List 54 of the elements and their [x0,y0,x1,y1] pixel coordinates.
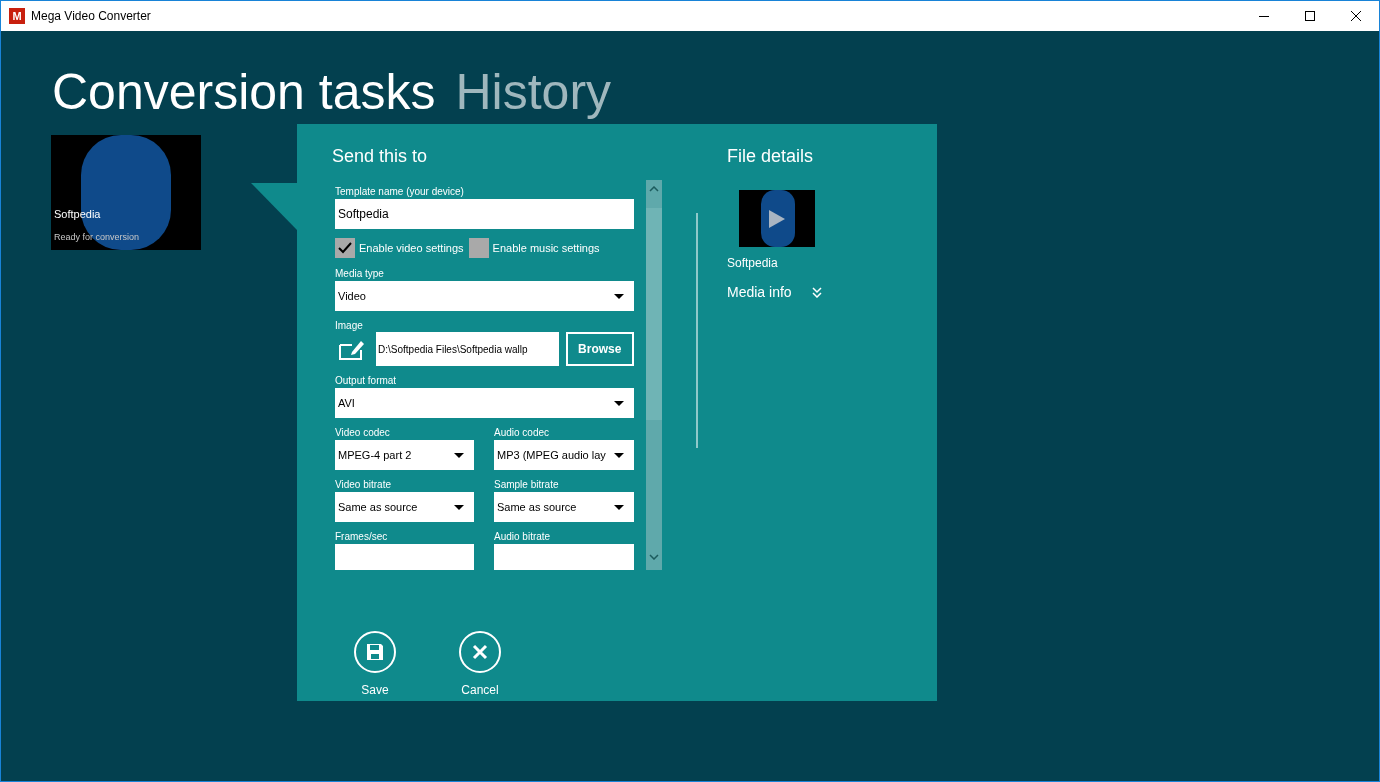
field-label: Video codec [335,427,391,439]
checkbox[interactable]: Enable video settings [335,237,464,259]
close-icon [459,631,501,673]
panel-title: Send this to [332,145,429,168]
field-label: Media type [335,268,385,280]
scroll-down-icon[interactable] [649,554,659,560]
dropdown-caret-icon [614,504,624,510]
dropdown[interactable]: AVI [335,388,634,418]
scroll-up-icon[interactable] [649,186,659,192]
file-details-title: File details [727,145,815,168]
task-name: Softpedia [54,207,102,222]
app-logo: M [9,8,25,24]
field-label: Video bitrate [335,479,392,491]
window-title: Mega Video Converter [31,8,151,25]
double-chevron-icon [811,287,822,298]
file-name: Softpedia [727,255,779,272]
field-label: Audio codec [494,427,551,439]
field-label: Image [335,320,364,332]
cancel-button[interactable]: Cancel [459,631,501,699]
image-edit-icon [339,338,365,360]
play-icon [769,209,785,228]
file-path-field[interactable]: D:\Softpedia Files\Softpedia wallp [376,332,559,366]
dropdown-caret-icon [614,293,624,299]
maximize-icon [1305,11,1315,21]
browse-button[interactable]: Browse [565,332,634,366]
field-label: Audio bitrate [494,531,552,543]
field-label: Output format [335,375,398,387]
media-info-toggle[interactable]: Media info [727,282,822,303]
tab[interactable]: History [455,59,612,124]
dropdown[interactable]: MPEG-4 part 2 [335,440,474,470]
field-label: Frames/sec [335,531,389,543]
dropdown[interactable]: Video [335,281,634,311]
task-card[interactable]: Softpedia Ready for conversion [51,135,201,250]
dropdown[interactable]: MP3 (MPEG audio lay [494,440,634,470]
checkbox[interactable]: Enable music settings [468,237,600,259]
task-status: Ready for conversion [54,230,141,244]
field-label: Template name (your device) [335,186,465,198]
field-label: Sample bitrate [494,479,560,491]
scrollbar-thumb[interactable] [646,208,662,420]
dropdown[interactable]: Same as source [494,492,634,522]
close-icon [1351,11,1361,21]
dropdown-caret-icon [454,504,464,510]
dropdown-caret-icon [454,452,464,458]
dropdown-caret-icon [614,400,624,406]
dropdown[interactable]: Same as source [335,492,474,522]
dropdown[interactable] [335,544,474,570]
tab[interactable]: Conversion tasks [52,59,436,124]
scrollbar[interactable] [646,180,662,570]
dropdown-caret-icon [614,452,624,458]
save-icon [354,631,396,673]
save-button[interactable]: Save [354,631,396,699]
dropdown[interactable] [494,544,634,570]
text-field[interactable]: Softpedia [335,199,634,229]
checkmark-icon [338,242,352,254]
